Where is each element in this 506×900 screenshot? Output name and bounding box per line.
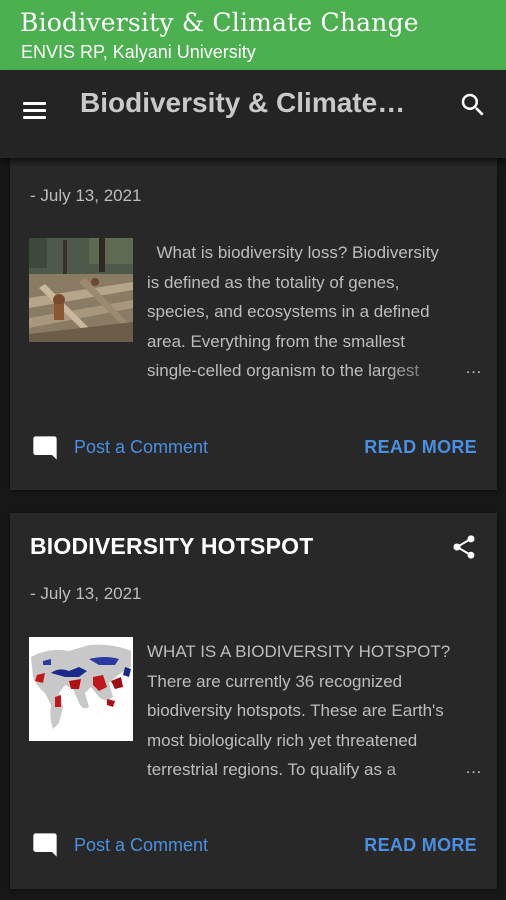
snippet-line: is defined as the totality of genes, [147,272,400,292]
read-more-button[interactable]: READ MORE [364,835,477,856]
snippet-ellipsis: … [465,358,482,377]
menu-icon[interactable] [22,93,48,133]
post-snippet: What is biodiversity loss? Biodiversity … [147,238,477,386]
post-snippet: WHAT IS A BIODIVERSITY HOTSPOT? There ar… [147,637,477,785]
snippet-line: There are currently 36 recognized [147,671,403,691]
snippet-line: species, and ecosystems in a defined [147,302,430,322]
app-title-bar: Biodiversity & Climate Change ENVIS RP, … [0,0,506,70]
post-card: BIODIVERSITY HOTSPOT - July 13, 2021 WHA… [10,513,497,889]
snippet-line: most biologically rich yet threatened [147,730,418,750]
post-thumbnail[interactable] [29,238,133,342]
snippet-ellipsis: … [465,758,482,777]
blog-title[interactable]: Biodiversity & Climate Change [80,86,410,120]
post-card: - July 13, 2021 What is biodiversity los… [10,140,497,490]
post-comment-link[interactable]: Post a Comment [74,835,208,856]
comment-icon[interactable] [31,831,59,859]
search-icon[interactable] [458,90,488,120]
share-icon[interactable] [450,533,478,561]
blog-header: Biodiversity & Climate Change [0,70,506,158]
snippet-line: terrestrial regions. To qualify as a [147,760,397,780]
post-thumbnail[interactable] [29,637,133,741]
snippet-line: biodiversity hotspots. These are Earth's [147,701,444,721]
snippet-line: single-celled organism to the largest [147,361,420,381]
post-comment-link[interactable]: Post a Comment [74,437,208,458]
hotspot-map [29,637,133,741]
post-date: - July 13, 2021 [30,584,142,603]
snippet-line: area. Everything from the smallest [147,331,405,351]
snippet-line: WHAT IS A BIODIVERSITY HOTSPOT? [147,642,451,661]
post-title[interactable]: BIODIVERSITY HOTSPOT [30,533,313,560]
comment-icon[interactable] [31,434,59,462]
app-title: Biodiversity & Climate Change [20,8,419,37]
post-date: - July 13, 2021 [30,186,142,205]
snippet-line: What is biodiversity loss? Biodiversity [147,243,439,262]
app-subtitle: ENVIS RP, Kalyani University [21,42,256,62]
read-more-button[interactable]: READ MORE [364,437,477,458]
deforestation-photo [29,238,133,342]
